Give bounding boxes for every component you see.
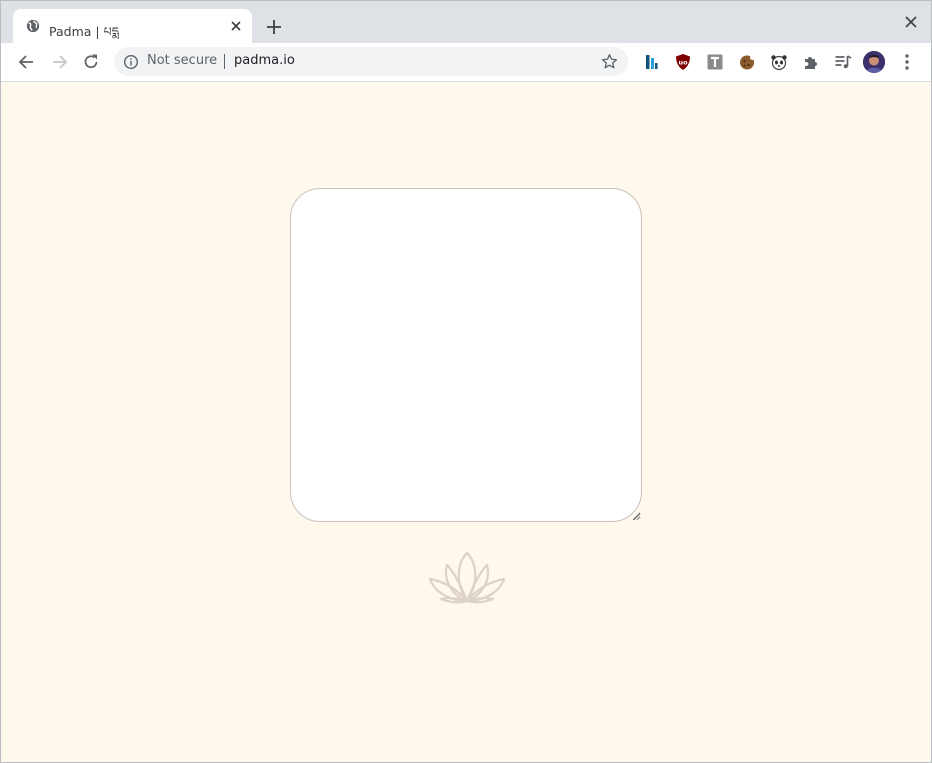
kebab-menu-icon[interactable]	[899, 53, 915, 71]
ublock-icon[interactable]: uo	[674, 53, 692, 71]
page-content	[1, 82, 931, 762]
security-label: Not secure	[147, 53, 218, 68]
resize-handle-icon[interactable]	[633, 513, 641, 521]
address-bar[interactable]: Not secure padma.io	[114, 47, 628, 76]
editor-textarea[interactable]	[290, 188, 642, 522]
avatar-image	[863, 51, 885, 73]
info-icon[interactable]	[123, 54, 139, 70]
lotus-icon	[429, 551, 505, 604]
new-tab-icon[interactable]	[265, 18, 283, 36]
globe-icon	[26, 19, 40, 33]
profile-avatar[interactable]	[863, 51, 885, 73]
reload-icon[interactable]	[81, 52, 101, 72]
close-tab-icon[interactable]	[229, 19, 243, 33]
back-icon[interactable]	[17, 52, 37, 72]
address-separator	[224, 54, 225, 69]
browser-toolbar: Not secure padma.io uo	[1, 43, 931, 82]
browser-window: Padma | པདྨ Not secure padma.io uo	[0, 0, 932, 763]
cookie-icon[interactable]	[738, 53, 756, 71]
tab-padma[interactable]: Padma | པདྨ	[13, 9, 252, 43]
tab-strip: Padma | པདྨ	[1, 1, 931, 43]
media-queue-icon[interactable]	[834, 53, 852, 71]
close-window-icon[interactable]	[904, 15, 918, 29]
forward-icon[interactable]	[49, 52, 69, 72]
svg-text:uo: uo	[678, 59, 688, 67]
url-text[interactable]: padma.io	[234, 53, 295, 68]
text-t-icon[interactable]	[706, 53, 724, 71]
panda-icon[interactable]	[770, 53, 788, 71]
bookmark-star-icon[interactable]	[601, 53, 618, 70]
puzzle-icon[interactable]	[802, 53, 820, 71]
bars-extension-icon[interactable]	[642, 53, 660, 71]
